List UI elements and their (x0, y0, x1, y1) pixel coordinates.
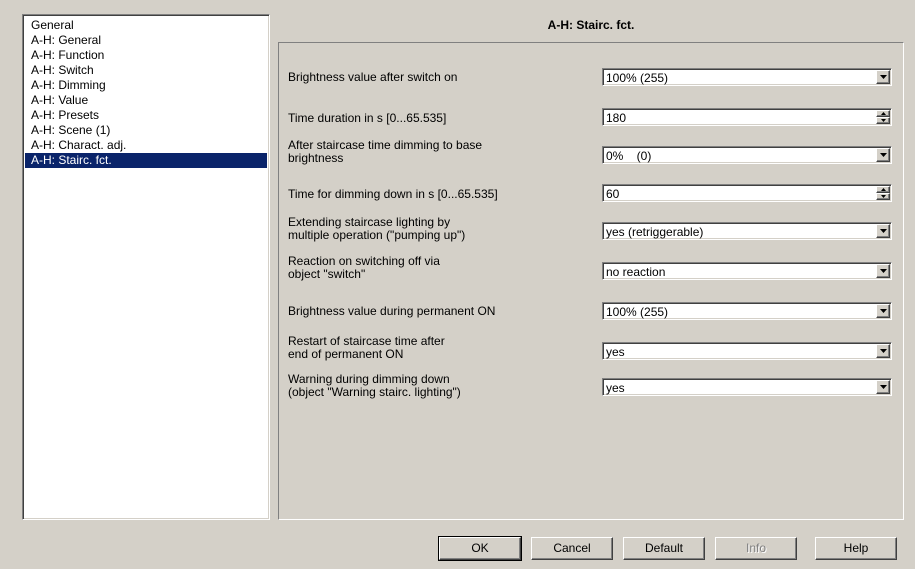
ok-button[interactable]: OK (438, 536, 522, 561)
dropdown-value: 0% (0) (606, 149, 652, 163)
restart-staircase-dropdown[interactable]: yes (602, 342, 892, 360)
dropdown-value: yes (606, 381, 625, 395)
arrow-up-icon[interactable] (876, 110, 890, 117)
nav-item-ah-stairc-fct[interactable]: A-H: Stairc. fct. (25, 153, 267, 168)
page-title: A-H: Stairc. fct. (547, 18, 635, 32)
param-label: Reaction on switching off via object "sw… (288, 254, 440, 281)
default-button[interactable]: Default (623, 537, 705, 560)
dim-to-base-dropdown[interactable]: 0% (0) (602, 146, 892, 164)
dropdown-value: 100% (255) (606, 71, 669, 85)
chevron-down-icon[interactable] (876, 344, 890, 358)
param-label: Restart of staircase time after end of p… (288, 334, 445, 361)
reaction-switch-off-dropdown[interactable]: no reaction (602, 262, 892, 280)
chevron-down-icon[interactable] (876, 264, 890, 278)
nav-item-ah-switch[interactable]: A-H: Switch (25, 63, 267, 78)
param-label: Extending staircase lighting by multiple… (288, 215, 466, 242)
input-value: 60 (606, 187, 620, 201)
input-value: 180 (606, 111, 627, 125)
param-label: Time for dimming down in s [0...65.535] (288, 187, 498, 201)
param-label: After staircase time dimming to base bri… (288, 138, 483, 165)
parameter-panel: Brightness value after switch on 100% (2… (278, 42, 904, 520)
nav-item-ah-function[interactable]: A-H: Function (25, 48, 267, 63)
param-label: Brightness value during permanent ON (288, 304, 496, 318)
nav-item-general[interactable]: General (25, 18, 267, 33)
arrow-down-icon[interactable] (876, 117, 890, 124)
chevron-down-icon[interactable] (876, 148, 890, 162)
info-button[interactable]: Info (715, 537, 797, 560)
brightness-permanent-on-dropdown[interactable]: 100% (255) (602, 302, 892, 320)
nav-item-ah-general[interactable]: A-H: General (25, 33, 267, 48)
dropdown-value: yes (606, 345, 625, 359)
time-duration-input[interactable]: 180 (602, 108, 892, 126)
dropdown-value: 100% (255) (606, 305, 669, 319)
help-button[interactable]: Help (815, 537, 897, 560)
param-label: Warning during dimming down (object "War… (288, 372, 461, 399)
parameter-page-list[interactable]: General A-H: General A-H: Function A-H: … (22, 14, 270, 520)
nav-item-ah-charact-adj[interactable]: A-H: Charact. adj. (25, 138, 267, 153)
dropdown-value: no reaction (606, 265, 666, 279)
dropdown-value: yes (retriggerable) (606, 225, 704, 239)
brightness-after-on-dropdown[interactable]: 100% (255) (602, 68, 892, 86)
nav-item-ah-value[interactable]: A-H: Value (25, 93, 267, 108)
arrow-up-icon[interactable] (876, 186, 890, 193)
arrow-down-icon[interactable] (876, 193, 890, 200)
param-label: Time duration in s [0...65.535] (288, 111, 447, 125)
chevron-down-icon[interactable] (876, 224, 890, 238)
pumping-up-dropdown[interactable]: yes (retriggerable) (602, 222, 892, 240)
cancel-button[interactable]: Cancel (531, 537, 613, 560)
spin-buttons (876, 110, 890, 124)
nav-item-ah-scene[interactable]: A-H: Scene (1) (25, 123, 267, 138)
nav-item-ah-dimming[interactable]: A-H: Dimming (25, 78, 267, 93)
warning-dimming-down-dropdown[interactable]: yes (602, 378, 892, 396)
chevron-down-icon[interactable] (876, 304, 890, 318)
param-label: Brightness value after switch on (288, 70, 458, 84)
chevron-down-icon[interactable] (876, 70, 890, 84)
nav-item-ah-presets[interactable]: A-H: Presets (25, 108, 267, 123)
chevron-down-icon[interactable] (876, 380, 890, 394)
dimming-down-time-input[interactable]: 60 (602, 184, 892, 202)
spin-buttons (876, 186, 890, 200)
